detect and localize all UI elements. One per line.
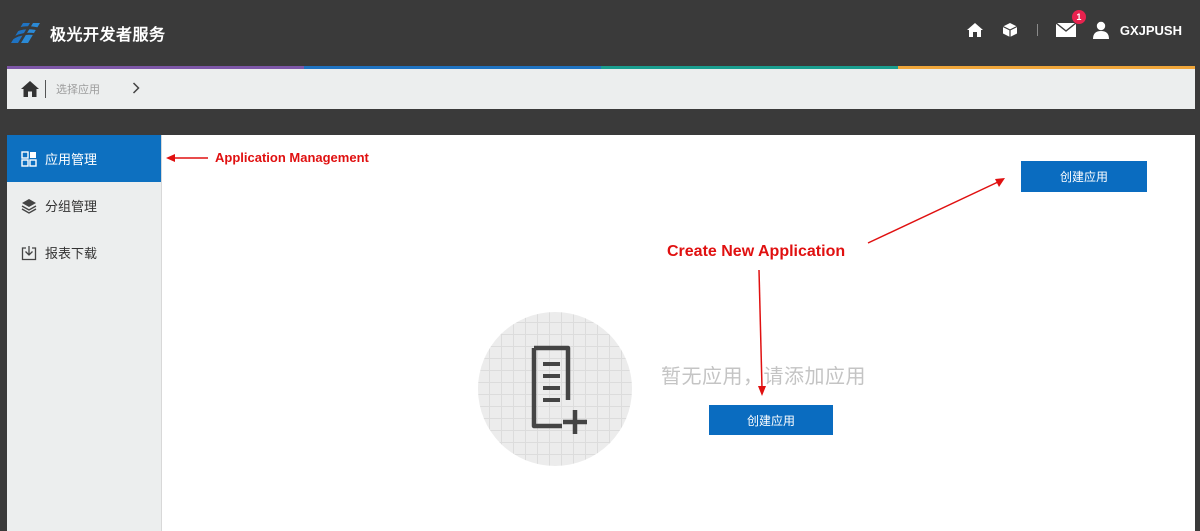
sidebar-item-label: 报表下载 <box>45 247 98 262</box>
sidebar-item-group-management[interactable]: 分组管理 <box>7 182 161 229</box>
brand[interactable]: 极光开发者服务 <box>8 16 166 50</box>
document-add-icon <box>531 345 587 434</box>
divider <box>1036 24 1038 36</box>
annotation-create-new: Create New Application <box>667 243 846 260</box>
download-icon <box>21 245 37 261</box>
home-icon[interactable] <box>964 19 986 41</box>
cube-icon[interactable] <box>999 19 1021 41</box>
create-app-button-center[interactable]: 创建应用 <box>709 405 833 435</box>
chevron-right-icon[interactable] <box>132 81 140 97</box>
layers-icon <box>21 198 37 214</box>
sidebar-item-label: 分组管理 <box>45 200 98 215</box>
sidebar-item-label: 应用管理 <box>45 153 98 168</box>
sidebar: 应用管理 分组管理 报表下载 <box>7 135 162 531</box>
user-icon[interactable] <box>1090 19 1112 41</box>
notification-badge: 1 <box>1071 10 1086 24</box>
brand-name: 极光开发者服务 <box>50 25 166 44</box>
top-navbar: 极光开发者服务 1 GXJPUSH <box>0 0 1200 66</box>
breadcrumb-home-icon[interactable] <box>19 78 41 100</box>
main-panel: 应用管理 分组管理 报表下载 创建应用 暂无应用，请添加应用 创建应用 <box>7 135 1195 531</box>
annotation-app-management: Application Management <box>215 150 369 165</box>
mail-icon[interactable]: 1 <box>1055 10 1086 41</box>
create-app-button-top[interactable]: 创建应用 <box>1021 161 1147 192</box>
sidebar-item-report-download[interactable]: 报表下载 <box>7 229 161 276</box>
top-actions: 1 GXJPUSH <box>951 10 1182 42</box>
breadcrumb-current[interactable]: 选择应用 <box>56 81 100 97</box>
sidebar-item-app-management[interactable]: 应用管理 <box>7 135 161 182</box>
breadcrumb: 选择应用 <box>7 69 1195 109</box>
empty-state-illustration <box>478 312 632 466</box>
grid-icon <box>21 150 37 167</box>
username[interactable]: GXJPUSH <box>1120 23 1182 38</box>
jiguang-logo-icon <box>9 23 43 43</box>
empty-state-message: 暂无应用，请添加应用 <box>661 364 866 388</box>
breadcrumb-separator <box>45 80 46 98</box>
